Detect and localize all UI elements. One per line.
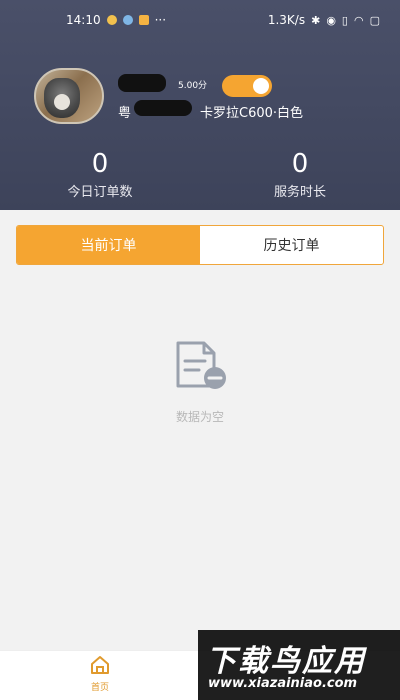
plate-number-redacted [134, 100, 192, 116]
tab-current-orders[interactable]: 当前订单 [17, 226, 200, 264]
alarm-icon: ◉ [326, 13, 336, 27]
driver-name-redacted [118, 74, 166, 92]
plate-prefix: 粤 [118, 106, 132, 121]
online-toggle[interactable] [222, 75, 272, 97]
nav-home-label: 首页 [90, 683, 109, 693]
network-speed: 1.3K/s [267, 13, 306, 27]
bluetooth-icon: ✱ [311, 13, 321, 27]
empty-document-icon [174, 340, 228, 392]
home-icon [91, 656, 109, 674]
toggle-knob [253, 78, 269, 94]
order-tabs: 当前订单 历史订单 [16, 225, 384, 265]
service-time-value: 0 [291, 149, 309, 179]
watermark-title: 下载鸟应用 [206, 644, 366, 679]
app-notification-icon [122, 15, 133, 25]
stat-service-time: 0 服务时长 [230, 150, 370, 200]
watermark-logo: 下载鸟应用 www.xiazainiao.com [198, 630, 400, 700]
watermark-url: www.xiazainiao.com [208, 676, 358, 691]
nav-home[interactable]: 首页 [82, 655, 118, 693]
status-time: 14:10 [66, 13, 101, 27]
battery-icon: ▢ [369, 13, 380, 27]
notification-icon [106, 15, 117, 25]
vibrate-icon: ▯ [341, 13, 348, 27]
wifi-icon: ◠ [353, 13, 364, 27]
status-left: 14:10 ··· [66, 13, 166, 27]
driver-rating: 5.00分 [178, 81, 208, 91]
more-notifications: ··· [154, 13, 167, 27]
empty-state-text: 数据为空 [175, 410, 224, 424]
status-right: 1.3K/s ✱ ◉ ▯ ◠ ▢ [268, 13, 380, 27]
tab-history-orders[interactable]: 历史订单 [200, 226, 383, 264]
avatar[interactable] [34, 68, 104, 124]
status-bar: 14:10 ··· 1.3K/s ✱ ◉ ▯ ◠ ▢ [0, 0, 400, 40]
profile-header: 14:10 ··· 1.3K/s ✱ ◉ ▯ ◠ ▢ 5.00分 粤 卡罗拉C6… [0, 0, 400, 210]
service-time-label: 服务时长 [273, 185, 326, 200]
car-model: 卡罗拉C600·白色 [200, 106, 304, 121]
message-icon [138, 15, 149, 25]
today-orders-label: 今日订单数 [67, 185, 133, 200]
avatar-image [44, 78, 80, 118]
stat-today-orders: 0 今日订单数 [30, 150, 170, 200]
today-orders-value: 0 [91, 149, 109, 179]
